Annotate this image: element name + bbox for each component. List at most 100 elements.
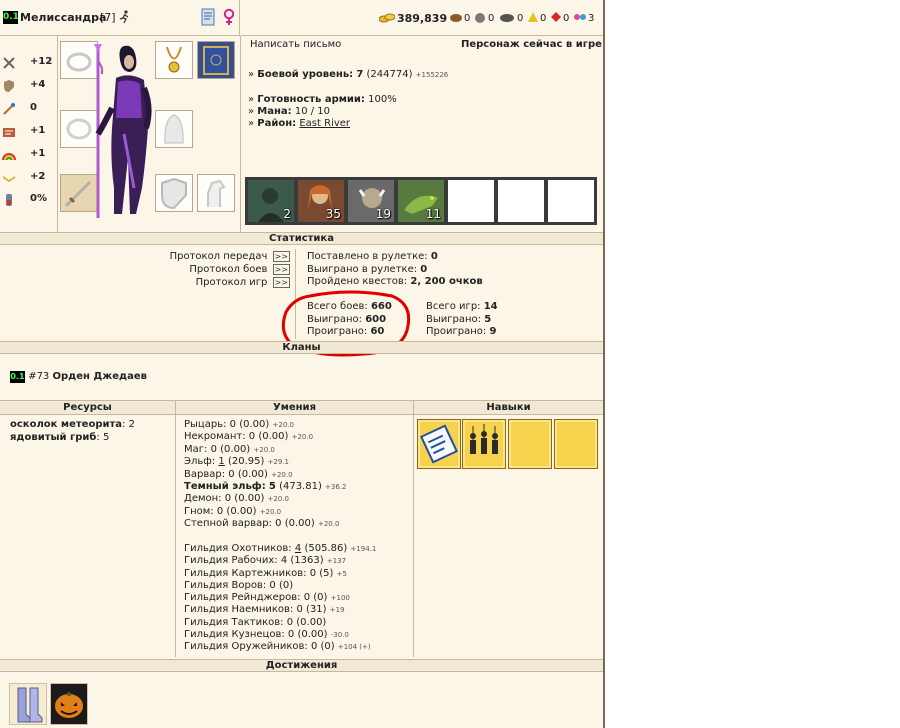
defense-icon (4, 80, 14, 92)
knowledge-icon (3, 128, 15, 137)
army-ready-line: » Готовность армии: 100% (248, 94, 397, 105)
protocol-games-label: Протокол игр (195, 277, 268, 288)
gem-count: 3 (588, 13, 595, 24)
mana-label: Мана: (257, 106, 292, 117)
mercury-count: 0 (517, 13, 524, 24)
faction-skill-row: Маг: 0 (0.00) +20.0 (184, 443, 275, 455)
talent-slot-4[interactable] (554, 419, 598, 469)
protocol-transfers: Протокол передач >> (170, 251, 290, 262)
protocols-block: Протокол передач >> Протокол боев >> Про… (0, 249, 296, 339)
scroll-icon[interactable] (200, 8, 216, 29)
protocol-transfers-button[interactable]: >> (272, 251, 290, 262)
achievement-boots[interactable] (9, 683, 47, 725)
games-total-value: 14 (483, 301, 498, 312)
equip-slot-mount[interactable] (197, 174, 235, 212)
horse-icon (207, 179, 226, 207)
army-slot-3[interactable]: 19 (347, 179, 395, 223)
army-ready-label: Готовность армии: (257, 94, 365, 105)
guild-skill-row: Гильдия Кузнецов: 0 (0.00) -30.0 (184, 629, 349, 641)
morale-icon (3, 176, 15, 182)
combat-level-label: Боевой уровень: (257, 69, 354, 80)
skills-column-header: Умения (176, 401, 413, 415)
stat-morale: +2 (2, 171, 57, 185)
talent-slot-3[interactable] (508, 419, 552, 469)
quests-value: 2, 200 очков (410, 276, 483, 287)
achievements-header: Достижения (0, 659, 603, 672)
stat-spellpower-value: 0 (30, 102, 37, 113)
statistics-header: Статистика (0, 232, 603, 245)
talent-slot-2[interactable] (462, 419, 506, 469)
talent-slot-1[interactable] (417, 419, 461, 469)
district-line: » Район: East River (248, 118, 351, 129)
mana-line: » Мана: 10 / 10 (248, 106, 331, 117)
resources-column-header: Ресурсы (0, 401, 175, 415)
character-profile-page: 0.1 Мелиссандра [7] 389,839 0 0 0 0 0 3 (0, 0, 605, 728)
roulette-won-line: Выиграно в рулетке: 0 (307, 263, 428, 275)
army-ready-value: 100% (368, 94, 397, 105)
army-slot-6[interactable] (497, 179, 545, 223)
equip-slot-spellbook[interactable] (197, 41, 235, 79)
spellbook-icon (203, 46, 229, 75)
army-slot-5[interactable] (447, 179, 495, 223)
crystal-icon (550, 11, 562, 26)
district-label: Район: (257, 118, 297, 129)
protocol-transfers-label: Протокол передач (169, 251, 268, 262)
level-badge: 0.1 (3, 11, 19, 24)
resources-list: осколок метеорита: 2 ядовитый гриб: 5 (10, 419, 135, 444)
pumpkin-icon (55, 692, 83, 718)
ore-count: 0 (488, 13, 495, 24)
army-slot-4[interactable]: 11 (397, 179, 445, 223)
stat-spellpower: 0 (2, 102, 57, 116)
character-level: [7] (100, 11, 116, 24)
combat-exp: (244774) (366, 69, 413, 80)
character-portrait (84, 38, 162, 220)
resource-item: осколок метеорита: 2 (10, 419, 135, 430)
roulette-won-value: 0 (420, 263, 428, 275)
stat-defense-value: +4 (30, 79, 46, 90)
resources-bar: 389,839 0 0 0 0 0 3 (241, 0, 603, 36)
stat-luck: +1 (2, 148, 57, 162)
guild-skill-row: Гильдия Воров: 0 (0) (184, 579, 294, 591)
resource-item: ядовитый гриб: 5 (10, 431, 110, 443)
stat-initiative-value: 0% (30, 193, 47, 204)
guild-skill-row: Гильдия Оружейников: 0 (0) +104 (+) (184, 641, 371, 653)
crystal-count: 0 (563, 13, 570, 24)
faction-skill-row: Демон: 0 (0.00) +20.0 (184, 493, 290, 505)
games-lost-line: Проиграно: 9 (426, 326, 497, 337)
protocol-battles-button[interactable]: >> (272, 264, 290, 275)
guild-skill-row: Гильдия Рейнджеров: 0 (0) +100 (184, 592, 350, 604)
district-link[interactable]: East River (299, 118, 350, 129)
guild-skill-row: Гильдия Наемников: 0 (31) +19 (184, 604, 345, 616)
combat-level-line: » Боевой уровень: 7 (244774) +155226 (248, 69, 449, 80)
faction-skill-row: Эльф: 1 (20.95) +29.1 (184, 456, 290, 468)
army-slot-7[interactable] (547, 179, 595, 223)
protocol-games-button[interactable]: >> (272, 277, 290, 288)
guild-skill-row: Гильдия Картежников: 0 (5) +5 (184, 567, 347, 579)
sulfur-count: 0 (540, 13, 547, 24)
faction-skill-row: Рыцарь: 0 (0.00) +20.0 (184, 419, 294, 430)
clan-number[interactable]: #73 (28, 371, 49, 382)
combat-exp-plus: +155226 (415, 71, 449, 79)
write-letter-link[interactable]: Написать письмо (250, 39, 341, 50)
faction-skills-list: Рыцарь: 0 (0.00) +20.0 Некромант: 0 (0.0… (184, 419, 347, 531)
online-status: Персонаж сейчас в игре (461, 39, 602, 50)
faction-skill-row: Степной варвар: 0 (0.00) +20.0 (184, 518, 340, 530)
achievement-pumpkin[interactable] (50, 683, 88, 725)
stat-knowledge-value: +1 (30, 125, 46, 136)
sulfur-icon (527, 11, 539, 26)
wood-count: 0 (464, 13, 471, 24)
faction-skill-row: Варвар: 0 (0.00) +20.0 (184, 468, 293, 480)
clan-name[interactable]: Орден Джедаев (52, 371, 146, 382)
games-won-line: Выиграно: 5 (426, 313, 492, 325)
clan-badge: 0.1 (10, 371, 25, 383)
guild-skill-row: Гильдия Рабочих: 4 (1363) +137 (184, 555, 347, 567)
army-slot-4-count: 11 (425, 207, 441, 221)
character-name[interactable]: Мелиссандра (20, 11, 106, 24)
gold-amount: 389,839 (397, 12, 448, 25)
army-slot-1[interactable]: 2 (247, 179, 295, 223)
army-slot-2[interactable]: 35 (297, 179, 345, 223)
stat-luck-value: +1 (30, 148, 46, 159)
protocol-games: Протокол игр >> (196, 277, 290, 288)
attack-icon (3, 57, 15, 69)
army-slot-2-count: 35 (325, 207, 341, 221)
